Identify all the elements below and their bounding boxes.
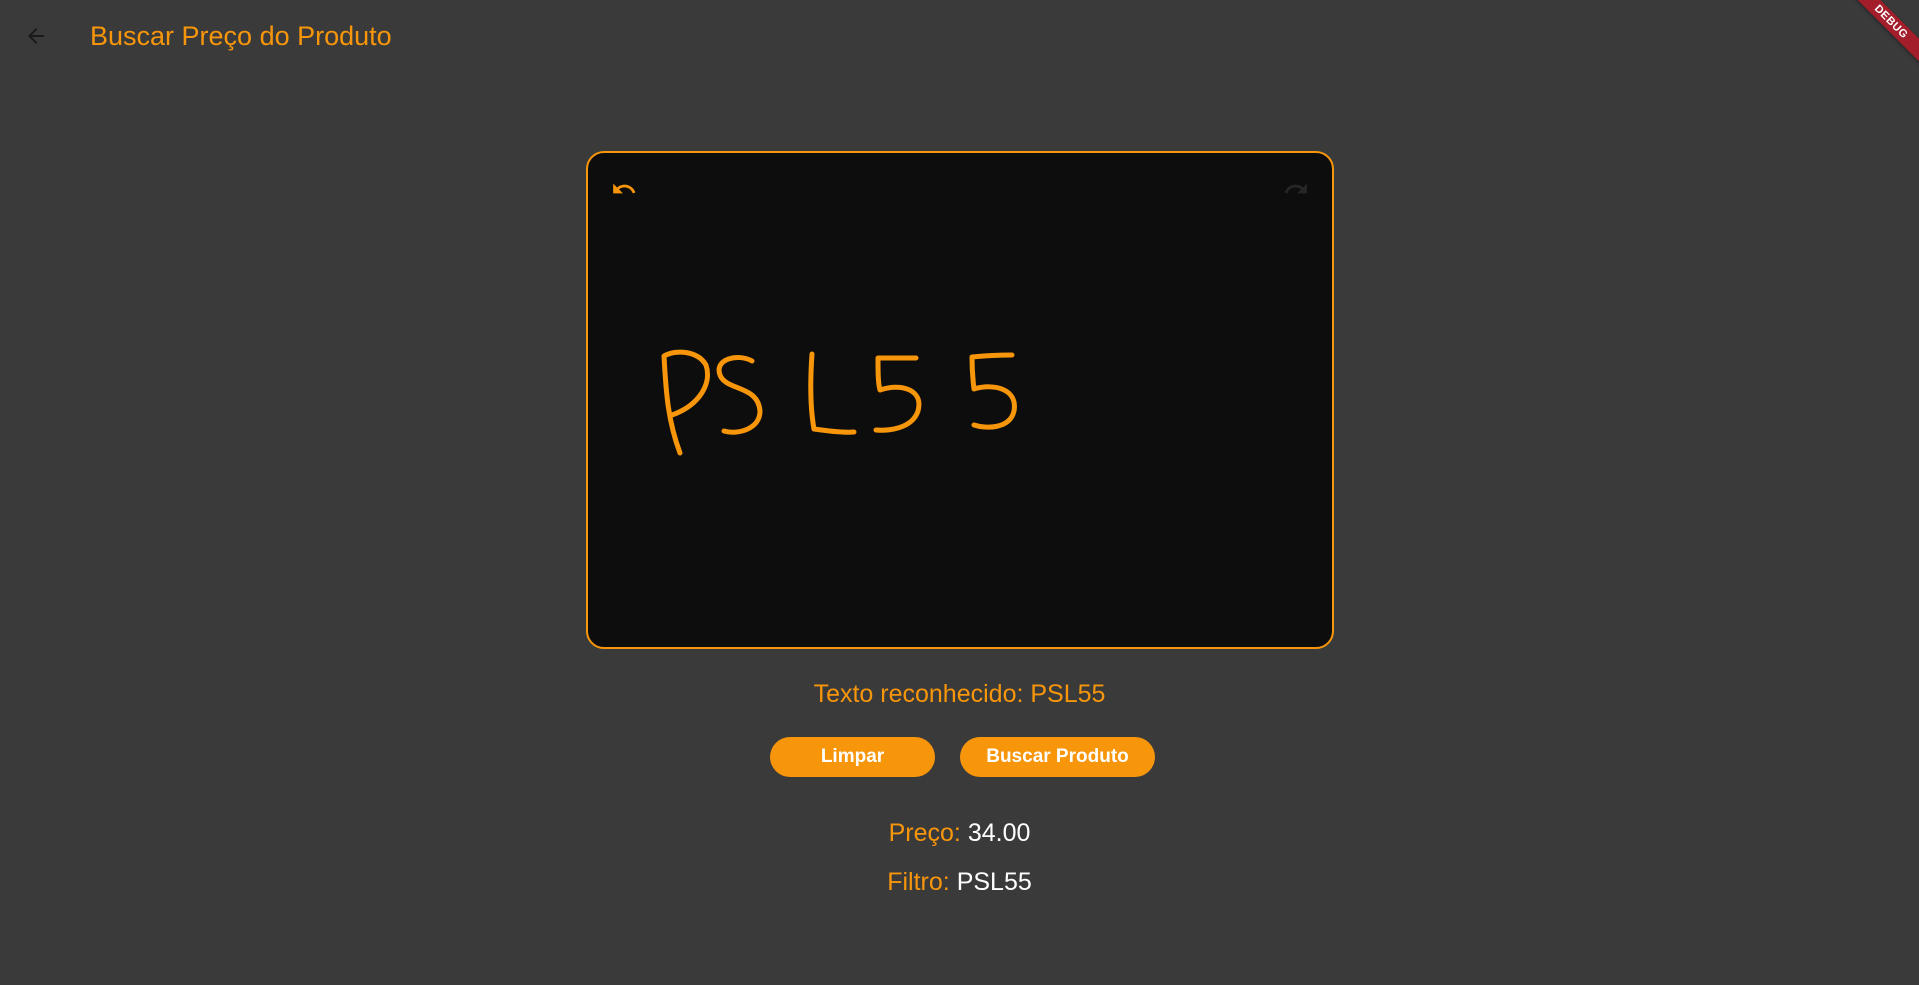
app-bar: Buscar Preço do Produto bbox=[0, 0, 1919, 72]
price-row: Preço: 34.00 bbox=[0, 819, 1919, 848]
stroke-digit-5-b bbox=[969, 352, 1017, 430]
clear-button[interactable]: Limpar bbox=[770, 737, 935, 777]
filter-label: Filtro: bbox=[887, 868, 957, 896]
price-value: 34.00 bbox=[967, 819, 1031, 847]
back-button[interactable] bbox=[16, 16, 56, 56]
stroke-digit-5-a bbox=[873, 355, 922, 433]
arrow-left-icon bbox=[28, 28, 44, 44]
debug-banner-label: DEBUG bbox=[1849, 0, 1919, 70]
debug-banner: DEBUG bbox=[1849, 0, 1919, 70]
drawing-canvas[interactable] bbox=[586, 151, 1334, 649]
stroke-letter-l bbox=[808, 351, 857, 435]
filter-value: PSL55 bbox=[956, 868, 1032, 896]
price-label: Preço: bbox=[888, 819, 968, 847]
search-product-button[interactable]: Buscar Produto bbox=[960, 737, 1155, 777]
action-buttons: Limpar Buscar Produto bbox=[0, 737, 1919, 777]
recognized-text: Texto reconhecido: PSL55 bbox=[813, 680, 1106, 708]
filter-row: Filtro: PSL55 bbox=[0, 868, 1919, 897]
stroke-letter-s1 bbox=[716, 355, 763, 435]
app-root: Buscar Preço do Produto DEBUG Texto reco… bbox=[0, 0, 1919, 985]
handwriting-strokes bbox=[661, 349, 1017, 456]
stroke-letter-p bbox=[661, 349, 710, 456]
page-title: Buscar Preço do Produto bbox=[90, 21, 392, 51]
